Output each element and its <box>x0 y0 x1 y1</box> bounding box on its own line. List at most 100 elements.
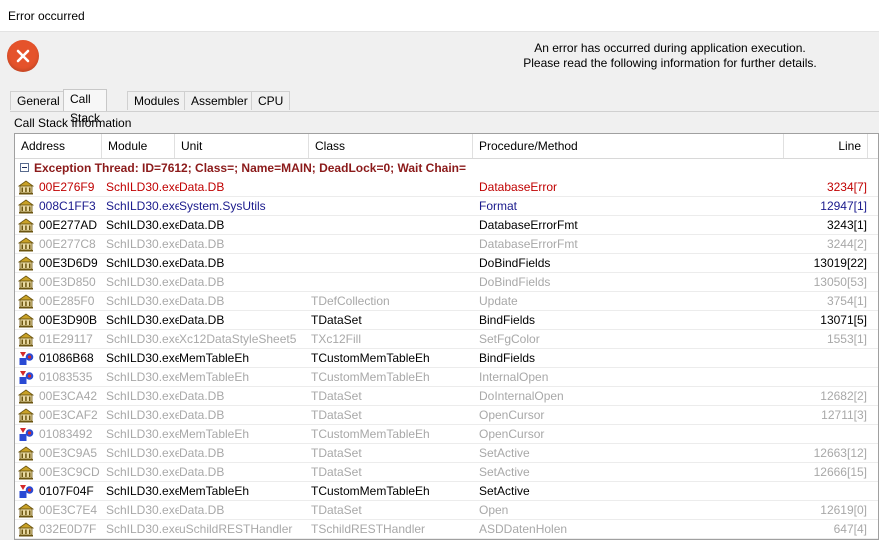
cell-address: 00E277C8 <box>39 237 96 251</box>
table-row[interactable]: 01083492 SchILD30.exe MemTableEh TCustomMem… <box>15 425 878 444</box>
table-row[interactable]: 00E3D6D9 SchILD30.exe Data.DB DoBindFields 1… <box>15 254 878 273</box>
error-icon <box>7 40 39 72</box>
cell-address: 00E3C7E4 <box>39 503 98 517</box>
cell-unit: MemTableEh <box>179 427 250 441</box>
cell-class: TXc12Fill <box>311 332 362 346</box>
cell-proc: DoBindFields <box>479 256 551 270</box>
table-row[interactable]: 00E3D850 SchILD30.exe Data.DB DoBindFields 1… <box>15 273 878 292</box>
cell-unit: Data.DB <box>179 294 225 308</box>
cell-proc: DatabaseErrorFmt <box>479 218 578 232</box>
cell-proc: SetActive <box>479 484 530 498</box>
cell-unit: Data.DB <box>179 256 225 270</box>
cell-module: SchILD30.exe <box>106 180 179 194</box>
table-row[interactable]: 01086B68 SchILD30.exe MemTableEh TCustomMem… <box>15 349 878 368</box>
grid-header: Address Module Unit Class Procedure/Meth… <box>15 134 878 159</box>
cell-proc: SetActive <box>479 446 530 460</box>
table-row[interactable]: 00E277AD SchILD30.exe Data.DB DatabaseError… <box>15 216 878 235</box>
cell-address: 00E3D850 <box>39 275 96 289</box>
tab-cpu[interactable]: CPU <box>251 91 291 110</box>
window-title: Error occurred <box>8 9 85 23</box>
table-row[interactable]: 01E29117 SchILD30.exe Xc12DataStyleSheet5 T… <box>15 330 878 349</box>
cell-unit: Data.DB <box>179 503 225 517</box>
cell-class <box>311 216 471 235</box>
table-row[interactable]: 00E3C9CD SchILD30.exe Data.DB TDataSet SetAc… <box>15 463 878 482</box>
cell-class: TCustomMemTableEh <box>311 370 430 384</box>
cell-module: SchILD30.exe <box>106 503 179 517</box>
table-row[interactable]: 00E277C8 SchILD30.exe Data.DB DatabaseError… <box>15 235 878 254</box>
cell-line <box>783 482 867 501</box>
cell-module: SchILD30.exe <box>106 275 179 289</box>
cell-line: 12663[12] <box>813 446 867 460</box>
table-row[interactable]: 00E3C9A5 SchILD30.exe Data.DB TDataSet SetAc… <box>15 444 878 463</box>
cell-unit: uSchildRESTHandler <box>179 522 293 536</box>
cell-unit: Data.DB <box>179 465 225 479</box>
cell-class <box>311 254 471 273</box>
table-row[interactable]: 00E276F9 SchILD30.exe Data.DB DatabaseError… <box>15 178 878 197</box>
cell-address: 00E3CA42 <box>39 389 98 403</box>
error-message-line1: An error has occurred during application… <box>534 41 806 55</box>
cell-module: SchILD30.exe <box>106 446 179 460</box>
unit-building-icon <box>17 408 35 423</box>
call-stack-grid[interactable]: Address Module Unit Class Procedure/Meth… <box>14 133 879 540</box>
table-row[interactable]: 032E0D7F SchILD30.exe uSchildRESTHandler TS… <box>15 520 878 539</box>
tab-call-stack[interactable]: Call Stack <box>63 89 108 125</box>
cell-address: 008C1FF3 <box>39 199 96 213</box>
cell-unit: Data.DB <box>179 180 225 194</box>
cell-address: 00E3CAF2 <box>39 408 98 422</box>
table-row[interactable]: 00E3D90B SchILD30.exe Data.DB TDataSet BindF… <box>15 311 878 330</box>
cell-unit: MemTableEh <box>179 370 250 384</box>
cell-address: 01086B68 <box>39 351 94 365</box>
exception-thread-label: Exception Thread: ID=7612; Class=; Name=… <box>34 161 467 175</box>
table-row[interactable]: 01083535 SchILD30.exe MemTableEh TCustomMem… <box>15 368 878 387</box>
column-header-unit[interactable]: Unit <box>175 134 309 158</box>
exception-thread-group[interactable]: Exception Thread: ID=7612; Class=; Name=… <box>15 159 878 177</box>
cell-class: TDataSet <box>311 465 362 479</box>
cell-line: 12711[3] <box>821 408 867 422</box>
tab-assembler[interactable]: Assembler <box>184 91 255 110</box>
component-shapes-icon <box>18 370 34 385</box>
table-row[interactable]: 00E285F0 SchILD30.exe Data.DB TDefCollectio… <box>15 292 878 311</box>
cell-class: TCustomMemTableEh <box>311 484 430 498</box>
unit-building-icon <box>17 237 35 252</box>
cell-unit: Data.DB <box>179 389 225 403</box>
cell-module: SchILD30.exe <box>106 427 179 441</box>
column-header-address[interactable]: Address <box>15 134 102 158</box>
table-row[interactable]: 0107F04F SchILD30.exe MemTableEh TCustomMem… <box>15 482 878 501</box>
cell-unit: MemTableEh <box>179 484 250 498</box>
cell-proc: Format <box>479 199 518 213</box>
column-header-line[interactable]: Line <box>784 134 868 158</box>
cell-module: SchILD30.exe <box>106 313 179 327</box>
table-row[interactable]: 00E3C7E4 SchILD30.exe Data.DB TDataSet Open 1… <box>15 501 878 520</box>
table-row[interactable]: 008C1FF3 SchILD30.exe System.SysUtils Forma… <box>15 197 878 216</box>
column-header-module[interactable]: Module <box>102 134 175 158</box>
cell-unit: Data.DB <box>179 313 225 327</box>
cell-address: 00E277AD <box>39 218 98 232</box>
cell-proc: OpenCursor <box>479 408 545 422</box>
cell-module: SchILD30.exe <box>106 294 179 308</box>
unit-building-icon <box>17 503 35 518</box>
cell-proc: Update <box>479 294 518 308</box>
unit-building-icon <box>17 294 35 309</box>
cell-proc: DoBindFields <box>479 275 551 289</box>
table-row[interactable]: 00E3CA42 SchILD30.exe Data.DB TDataSet DoInt… <box>15 387 878 406</box>
cell-proc: BindFields <box>479 313 536 327</box>
unit-building-icon <box>17 275 35 290</box>
cell-class: TDataSet <box>311 313 362 327</box>
cell-proc: DatabaseError <box>479 180 558 194</box>
unit-building-icon <box>17 199 35 214</box>
cell-module: SchILD30.exe <box>106 218 179 232</box>
cell-proc: DoInternalOpen <box>479 389 564 403</box>
tab-general[interactable]: General <box>10 91 67 110</box>
unit-building-icon <box>17 313 35 328</box>
collapse-toggle-icon[interactable] <box>20 163 29 172</box>
tab-modules[interactable]: Modules <box>127 91 187 110</box>
unit-building-icon <box>17 465 35 480</box>
column-header-procedure[interactable]: Procedure/Method <box>473 134 784 158</box>
unit-building-icon <box>17 446 35 461</box>
cell-line: 647[4] <box>833 522 867 536</box>
column-header-class[interactable]: Class <box>309 134 473 158</box>
cell-class: TDataSet <box>311 389 362 403</box>
cell-unit: Data.DB <box>179 275 225 289</box>
cell-proc: DatabaseErrorFmt <box>479 237 578 251</box>
table-row[interactable]: 00E3CAF2 SchILD30.exe Data.DB TDataSet OpenC… <box>15 406 878 425</box>
